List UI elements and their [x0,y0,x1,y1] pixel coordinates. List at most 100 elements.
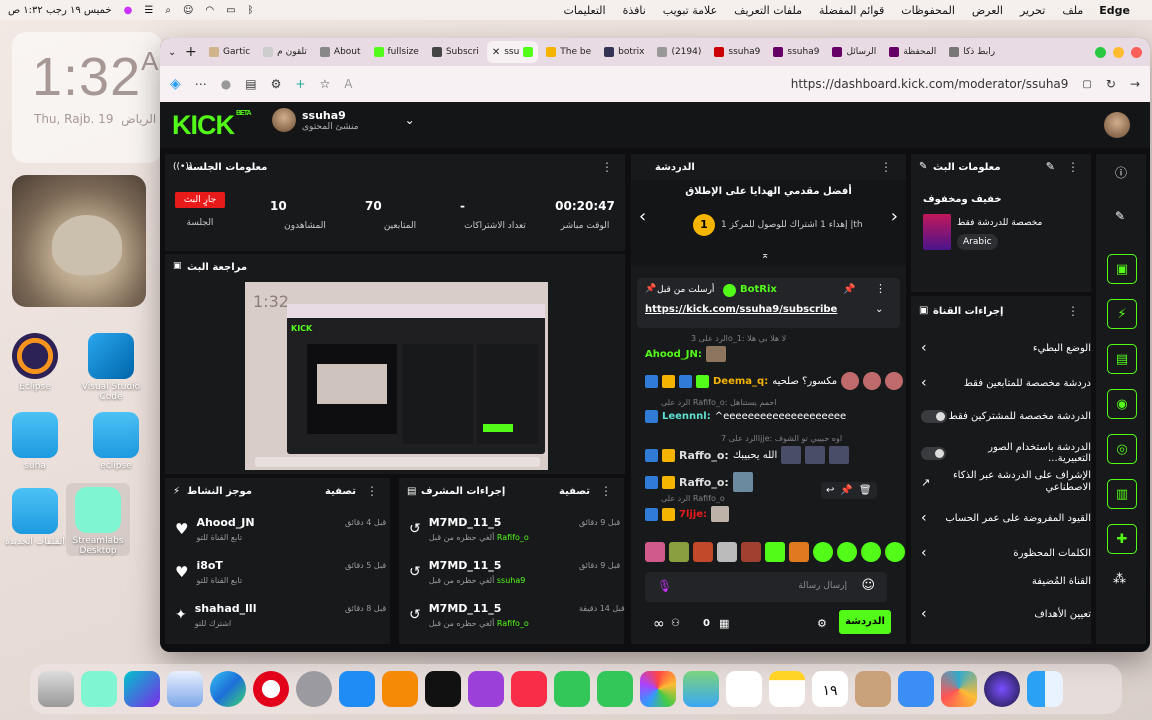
desktop-icon-eclipse-folder[interactable]: eclipse [86,412,146,471]
reload-icon[interactable]: ↻ [1106,77,1116,91]
browser-tab[interactable]: Gartic [204,41,255,63]
bluetooth-icon[interactable]: ᛒ [248,5,254,16]
siri-icon[interactable] [984,671,1020,707]
emote[interactable] [645,542,665,562]
music-icon[interactable] [511,671,547,707]
pinned-link[interactable]: https://kick.com/ssuha9/subscribe [645,304,837,315]
apps-icon[interactable]: ⁂ [1113,572,1126,587]
emote[interactable] [837,542,857,562]
delete-icon[interactable]: 🗑 [859,485,872,496]
browser-tab[interactable]: رابط ذكا [944,41,1000,63]
emote[interactable] [789,542,809,562]
opera-icon[interactable] [253,671,289,707]
clock-widget[interactable]: 1:32A Thu, Rajb. 19 الرياض [12,32,162,163]
calendar-icon[interactable]: ١٩ [812,671,848,707]
forward-icon[interactable]: → [1130,77,1140,91]
activity-user[interactable]: shahad_lll [195,602,257,615]
reminders-icon[interactable] [726,671,762,707]
browser-tab[interactable]: fullsize [369,41,424,63]
chat-username[interactable]: Raffo_o: [679,449,729,462]
menu-item-view[interactable]: العرض [972,4,1003,17]
more-icon[interactable]: ⋮ [880,160,892,174]
canva-icon[interactable] [124,671,160,707]
grid-icon[interactable] [941,671,977,707]
edge-icon[interactable] [210,671,246,707]
browser-tab[interactable]: ssuha9 [709,41,765,63]
user-avatar[interactable] [1104,112,1130,138]
more-icon[interactable]: ⋮ [366,484,378,498]
browser-tab[interactable]: The be [541,41,596,63]
menu-item-help[interactable]: التعليمات [564,4,606,17]
mail-icon[interactable] [898,671,934,707]
mic-icon[interactable]: 🎙 [657,579,672,593]
channel-switcher[interactable]: ssuha9 منشئ المحتوى ⌄ [272,108,415,132]
copilot-icon[interactable]: ◈ [170,76,181,92]
category-name[interactable]: مخصصة للدردشة فقط [957,218,1042,228]
extensions-icon[interactable]: ⚙ [271,77,282,91]
books-icon[interactable] [382,671,418,707]
activity-user[interactable]: Ahood_JN [196,516,254,529]
chat-username[interactable]: 7ljje: [679,509,707,520]
messages-icon[interactable] [597,671,633,707]
action-followers-only[interactable]: دردشة مخصصة للمتابعين فقط › [921,375,1091,391]
menu-item-edit[interactable]: تحرير [1020,4,1045,17]
emote[interactable] [765,542,785,562]
menu-item-file[interactable]: ملف [1062,4,1083,17]
desktop-icon-vscode[interactable]: Visual Studio Code [76,333,146,402]
filter-button[interactable]: تصفية [559,486,590,497]
chat-username[interactable]: Deema_q: [713,376,768,387]
emote[interactable] [861,542,881,562]
browser-tab[interactable]: المحفظة [884,41,941,63]
control-center-icon[interactable]: ☰ [144,5,153,16]
chat-username[interactable]: Raffo_o: [679,476,729,489]
menu-item-profiles[interactable]: ملفات التعريف [734,4,802,17]
info-icon[interactable]: ⓘ [1115,164,1127,181]
prev-arrow-icon[interactable]: ‹ [639,206,646,227]
action-banned-words[interactable]: الكلمات المحظورة › [921,545,1091,561]
trash-icon[interactable] [38,671,74,707]
desktop-icon-suha[interactable]: suha [5,412,65,471]
kick-logo[interactable]: KICK BETA [172,110,252,141]
action-emote-only[interactable]: الدردشة باستخدام الصور التعبيرية... [921,442,1091,464]
stream-preview-video[interactable]: 1:32 KICK [245,282,548,470]
tab-list-chevron-icon[interactable]: ⌄ [168,47,182,58]
mod-by[interactable]: Rafifo_o [497,533,529,542]
mod-by[interactable]: ssuha9 [497,576,525,585]
add-favorite-icon[interactable]: + [295,77,305,91]
action-account-age[interactable]: القيود المفروضة على عمر الحساب › [921,510,1091,526]
layout-icon[interactable]: ▥ [1107,479,1137,509]
infinity-icon[interactable]: ∞ [653,616,665,632]
edit-icon[interactable]: ✎ [1046,160,1055,173]
action-ai-moderation[interactable]: الإشراف على الدردشة عبر الذكاء الاصطناعي… [921,470,1091,494]
browser-tab[interactable]: botrix [599,41,649,63]
pinned-user[interactable]: BotRix [740,284,777,295]
more-icon[interactable]: ⋮ [1067,160,1079,174]
mod-target[interactable]: M7MD_11_5 [429,516,529,529]
reader-icon[interactable]: A [344,77,352,91]
notes-icon[interactable]: ▤ [1107,344,1137,374]
bolt-icon[interactable]: ⚡ [1107,299,1137,329]
send-chat-button[interactable]: الدردشة [839,610,891,634]
menu-app-name[interactable]: Edge [1099,4,1130,17]
gift-icon[interactable]: ▦ [719,617,729,630]
menu-item-favorites[interactable]: قوائم المفضلة [819,4,884,17]
photo-widget[interactable] [12,175,146,307]
user-icon[interactable]: ☺ [183,5,193,16]
site-info-icon[interactable]: ▢ [1082,79,1091,90]
minimize-button[interactable] [1113,46,1124,58]
action-slow-mode[interactable]: الوضع البطيء › [921,340,1091,356]
browser-tab[interactable]: About [315,41,366,63]
close-window-button[interactable] [1131,46,1142,58]
more-icon[interactable]: ⋮ [601,160,613,174]
menu-item-history[interactable]: المحفوظات [901,4,955,17]
desktop-icon-new-folder[interactable]: الملفات الجديدة [5,488,65,547]
unpin-icon[interactable]: 📌 [843,284,855,295]
collapse-icon[interactable]: ⌅ [761,250,769,261]
subscribers-only-toggle[interactable] [921,410,947,423]
action-hosted-channel[interactable]: القناة المُضيفة [921,576,1091,587]
menu-item-window[interactable]: نافذة [623,4,646,17]
wifi-icon[interactable]: ◠ [205,5,214,16]
browser-tab[interactable]: Subscri [427,41,484,63]
emote[interactable] [717,542,737,562]
mod-target[interactable]: M7MD_11_5 [429,602,529,615]
